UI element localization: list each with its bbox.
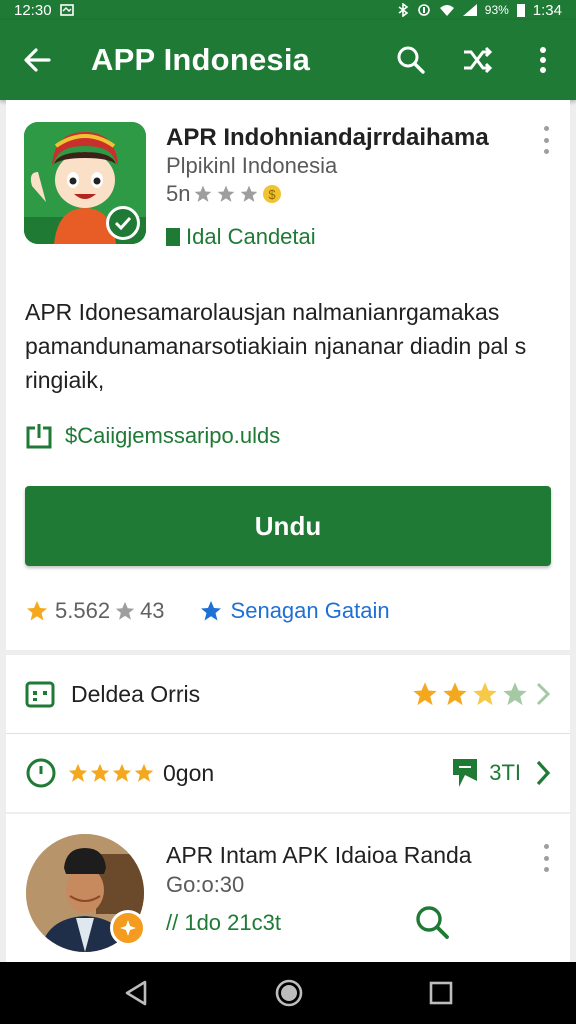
- tag-icon: [166, 228, 180, 246]
- more-icon: [540, 47, 546, 73]
- star-icon: [134, 763, 154, 782]
- back-icon: [24, 48, 51, 72]
- star-icon: [241, 185, 258, 202]
- signal-icon: [462, 4, 477, 16]
- battery-percent: 93%: [484, 3, 509, 17]
- status-time-left: 12:30: [14, 1, 52, 19]
- calendar-icon: [25, 681, 55, 708]
- notification-icon: [59, 4, 74, 16]
- review-count: 43: [140, 598, 165, 623]
- navigation-bar: [0, 962, 576, 1024]
- rating-value: 5.562: [55, 598, 111, 623]
- star-icon: [195, 185, 212, 202]
- search-button[interactable]: [378, 20, 444, 100]
- battery-icon: [516, 4, 525, 17]
- row-value-text: 3TI: [489, 760, 521, 785]
- star-icon: [443, 682, 467, 706]
- rate-link[interactable]: Senagan Gatain: [231, 598, 390, 624]
- app-rating-text: 5n: [166, 181, 191, 206]
- svg-text:$: $: [269, 187, 277, 202]
- app-developer[interactable]: Plpikinl Indonesia: [166, 153, 337, 179]
- app-tag: Idal Candetai: [166, 224, 316, 250]
- wifi-icon: [439, 5, 454, 16]
- star-icon: [200, 601, 221, 621]
- open-external-icon: [26, 424, 52, 449]
- star-icon: [68, 763, 88, 782]
- list-row-time[interactable]: 0gon 3TI: [6, 734, 570, 812]
- nav-recents-icon[interactable]: [428, 980, 454, 1006]
- review-title: APR Intam APK Idaioa Randa: [166, 842, 472, 868]
- review-more-button[interactable]: [536, 844, 556, 872]
- nav-back-icon[interactable]: [122, 979, 150, 1007]
- external-link[interactable]: $Caiigjemssaripo.ulds: [25, 422, 280, 450]
- page-title: APP Indonesia: [91, 42, 311, 77]
- star-icon: [218, 185, 235, 202]
- coin-icon: $: [263, 185, 282, 203]
- shuffle-icon: [464, 46, 493, 74]
- star-icon: [27, 601, 47, 621]
- app-tag-label: Idal Candetai: [186, 224, 316, 249]
- status-bar: 12:30 93% 1:34: [0, 0, 576, 20]
- back-button[interactable]: [0, 20, 74, 100]
- star-icon: [413, 682, 437, 706]
- app-rating: 5n $: [166, 181, 282, 207]
- review-subtitle: Go:o:30: [166, 872, 245, 897]
- star-icon: [115, 601, 135, 620]
- star-icon: [503, 682, 527, 706]
- review-meta: // 1do 21c3t: [166, 910, 281, 935]
- row-stars: [411, 680, 551, 708]
- star-icon: [90, 763, 110, 782]
- bluetooth-icon: [398, 3, 409, 17]
- row-label: 0gon: [163, 759, 215, 786]
- badge-icon: [110, 910, 146, 946]
- review-card[interactable]: APR Intam APK Idaioa Randa Go:o:30 // 1d…: [6, 814, 570, 962]
- app-more-button[interactable]: [536, 126, 556, 154]
- chevron-right-icon: [536, 760, 551, 786]
- sync-icon: [417, 4, 430, 16]
- chevron-right-icon: [536, 682, 551, 706]
- search-icon: [397, 46, 425, 74]
- app-description: APR Idonesamarolausjan nalmanianrgamakas…: [25, 299, 527, 393]
- list-row-details[interactable]: Deldea Orris: [6, 655, 570, 733]
- star-icon: [112, 763, 132, 782]
- app-icon[interactable]: [24, 122, 146, 244]
- external-link-label: $Caiigjemssaripo.ulds: [65, 423, 281, 448]
- bookmark-icon: [453, 759, 478, 787]
- row-stars: [67, 762, 155, 784]
- row-value: 3TI: [451, 757, 551, 789]
- install-button[interactable]: Undu: [25, 486, 551, 566]
- clock-icon: [26, 758, 56, 788]
- star-icon: [473, 682, 497, 706]
- search-icon[interactable]: [414, 904, 450, 940]
- nav-home-icon[interactable]: [274, 978, 304, 1008]
- app-bar: APP Indonesia: [0, 20, 576, 100]
- stats-row: 5.562 43 Senagan Gatain: [25, 598, 390, 624]
- row-label: Deldea Orris: [71, 680, 201, 707]
- verified-icon: [106, 206, 140, 240]
- more-options-button[interactable]: [510, 20, 576, 100]
- app-name: APR Indohniandajrrdaihama: [166, 124, 489, 151]
- status-time-right: 1:34: [532, 1, 562, 19]
- app-details-card: APR Indohniandajrrdaihama Plpikinl Indon…: [6, 100, 570, 650]
- shuffle-button[interactable]: [444, 20, 510, 100]
